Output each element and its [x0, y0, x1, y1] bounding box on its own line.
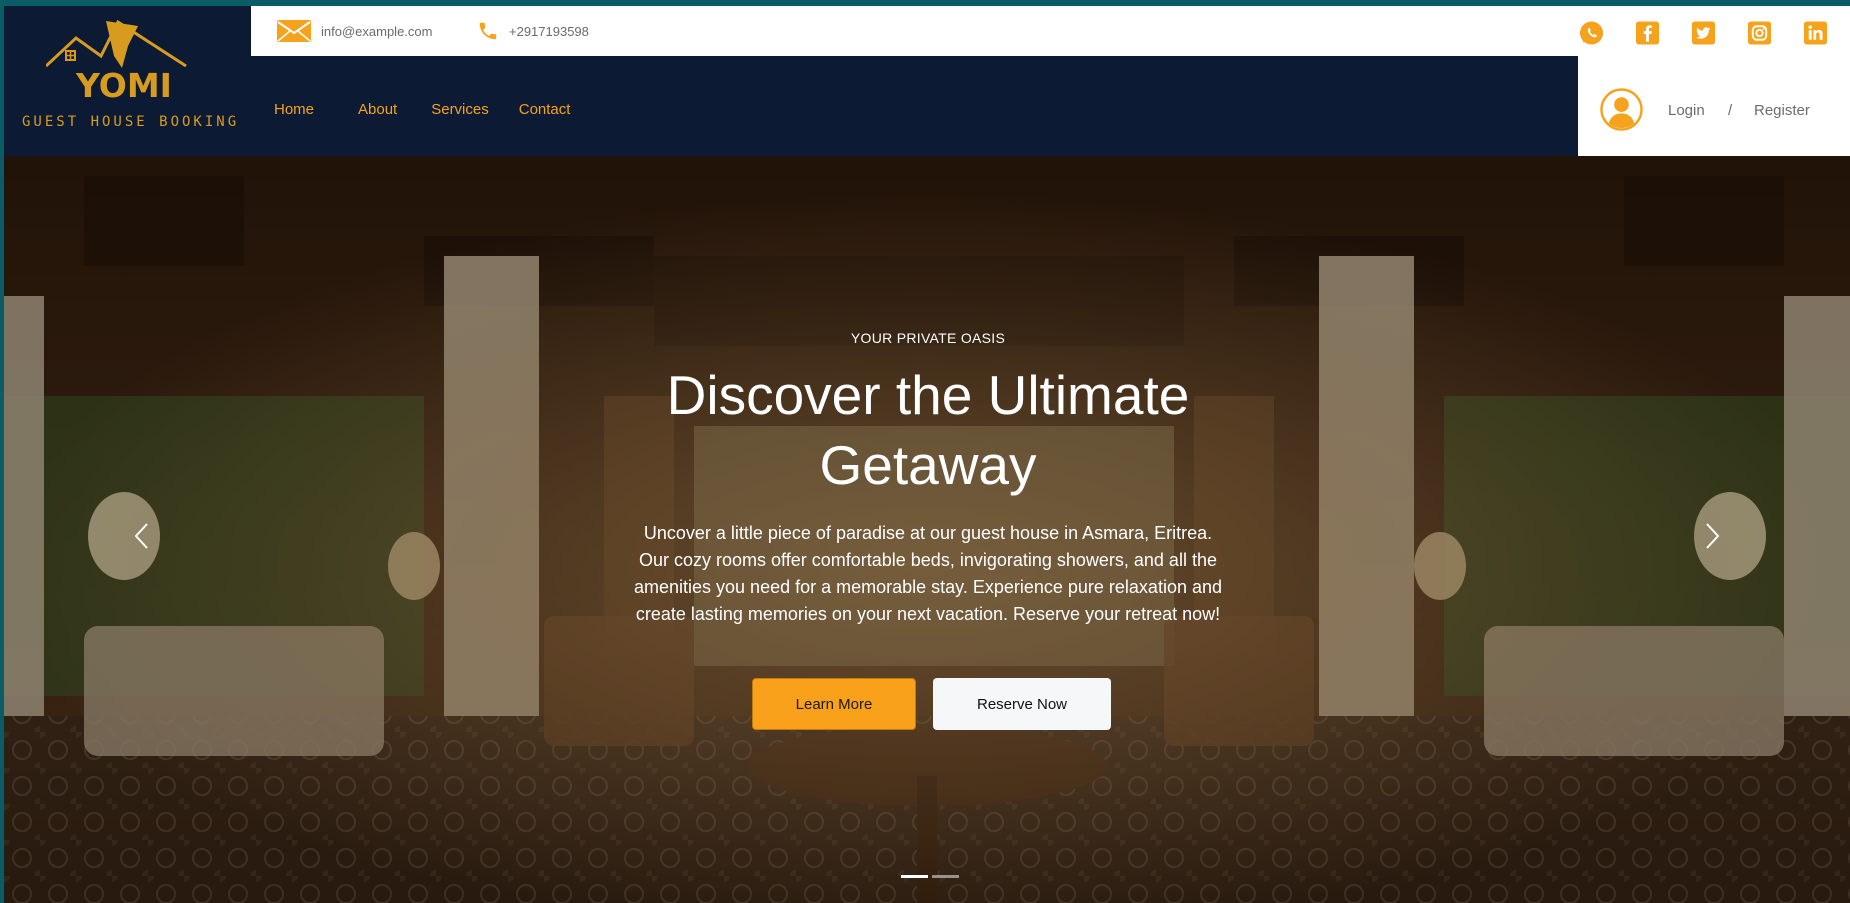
nav-home[interactable]: Home — [274, 101, 314, 118]
nav-services[interactable]: Services — [431, 101, 489, 118]
social-links — [1579, 20, 1828, 45]
facebook-icon[interactable] — [1635, 20, 1660, 45]
account-separator: / — [1728, 102, 1733, 119]
house-logo-icon: YOMI — [46, 19, 187, 105]
carousel-indicators — [901, 875, 959, 878]
register-link[interactable]: Register — [1754, 102, 1810, 119]
phone-icon — [479, 22, 497, 40]
account-panel: Login / Register — [1578, 56, 1850, 156]
carousel-prev-button[interactable] — [122, 516, 162, 556]
reserve-now-button[interactable]: Reserve Now — [933, 678, 1111, 730]
brand-logo[interactable]: YOMI GUEST HOUSE BOOKING — [4, 6, 252, 156]
nav-contact[interactable]: Contact — [519, 101, 571, 118]
login-link[interactable]: Login — [1668, 102, 1705, 119]
email-text: info@example.com — [321, 23, 433, 39]
instagram-icon[interactable] — [1747, 20, 1772, 45]
carousel-next-button[interactable] — [1692, 516, 1732, 556]
carousel-indicator-2[interactable] — [932, 875, 959, 878]
linkedin-icon[interactable] — [1803, 20, 1828, 45]
carousel-indicator-1[interactable] — [901, 875, 928, 878]
brand-tagline: GUEST HOUSE BOOKING — [22, 114, 240, 130]
contact-bar: info@example.com +2917193598 — [251, 6, 1850, 56]
learn-more-button[interactable]: Learn More — [752, 678, 916, 730]
user-avatar-icon[interactable] — [1600, 88, 1643, 131]
hero-carousel: YOUR PRIVATE OASIS Discover the Ultimate… — [4, 156, 1850, 903]
site-header: YOMI GUEST HOUSE BOOKING info@example.co… — [4, 6, 1850, 156]
envelope-icon — [277, 20, 311, 42]
chevron-left-icon — [134, 523, 148, 549]
email-contact[interactable]: info@example.com — [277, 20, 432, 42]
hero-eyebrow: YOUR PRIVATE OASIS — [850, 330, 1006, 346]
twitter-icon[interactable] — [1691, 20, 1716, 45]
nav-about[interactable]: About — [358, 101, 397, 118]
phone-text: +2917193598 — [509, 23, 589, 39]
hero-description: Uncover a little piece of paradise at ou… — [634, 523, 1222, 624]
whatsapp-icon[interactable] — [1579, 20, 1604, 45]
logo-text: YOMI — [75, 66, 172, 105]
phone-contact[interactable]: +2917193598 — [477, 20, 589, 42]
main-nav: Home About Services Contact — [274, 101, 600, 118]
chevron-right-icon — [1706, 523, 1720, 549]
hero-title: Discover the Ultimate Getaway — [666, 364, 1190, 496]
